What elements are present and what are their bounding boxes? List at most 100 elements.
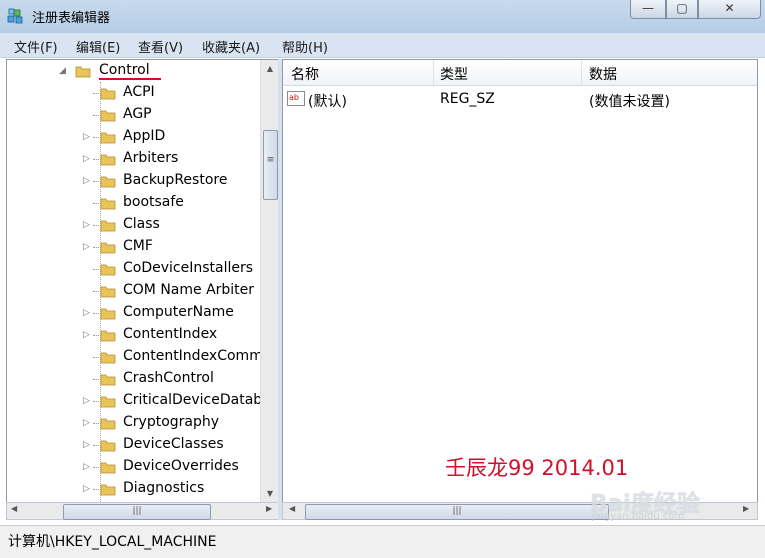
tree-item[interactable]: COM Name Arbiter bbox=[7, 280, 257, 302]
close-button[interactable]: ✕ bbox=[698, 0, 761, 19]
scroll-thumb[interactable]: ≡ bbox=[263, 130, 278, 200]
column-data-header[interactable]: 数据 bbox=[589, 64, 617, 84]
thumb-grip-icon: ||| bbox=[132, 506, 142, 516]
tree-item-label: ComputerName bbox=[123, 304, 234, 320]
tree-item-label: AppID bbox=[123, 128, 166, 144]
scroll-right-icon[interactable]: ▶ bbox=[266, 504, 272, 513]
folder-icon bbox=[100, 88, 116, 100]
folder-icon bbox=[100, 418, 116, 430]
expand-icon[interactable]: ▷ bbox=[83, 396, 90, 406]
baidu-jingyan-logo: Bai度经验 jingyan.baidu.com bbox=[590, 484, 760, 524]
folder-icon bbox=[100, 264, 116, 276]
column-type-header[interactable]: 类型 bbox=[440, 64, 468, 84]
scroll-left-icon[interactable]: ◀ bbox=[289, 504, 295, 513]
tree-item[interactable]: ▷ DeviceClasses bbox=[7, 434, 257, 456]
window-title: 注册表编辑器 bbox=[32, 11, 111, 26]
scroll-left-icon[interactable]: ◀ bbox=[11, 504, 17, 513]
expand-icon[interactable]: ▷ bbox=[83, 308, 90, 318]
folder-icon bbox=[100, 286, 116, 298]
expand-icon[interactable]: ▷ bbox=[83, 176, 90, 186]
tree-item-label: CMF bbox=[123, 238, 153, 254]
annotation-underline bbox=[99, 78, 161, 80]
tree-item[interactable]: bootsafe bbox=[7, 192, 257, 214]
expand-icon[interactable]: ▷ bbox=[83, 220, 90, 230]
folder-icon bbox=[100, 154, 116, 166]
baidu-url: jingyan.baidu.com bbox=[592, 511, 685, 522]
key-tree-pane[interactable]: ◢ Control ACPI AGP ▷ AppID ▷ Arbiters ▷ BackupR… bbox=[6, 59, 279, 504]
tree-item[interactable]: ▷ ContentIndex bbox=[7, 324, 257, 346]
folder-icon bbox=[100, 308, 116, 320]
tree-item[interactable]: ▷ ComputerName bbox=[7, 302, 257, 324]
expand-icon[interactable]: ▷ bbox=[83, 330, 90, 340]
tree-item-label: CriticalDeviceDatabase bbox=[123, 392, 279, 408]
expand-icon[interactable]: ▷ bbox=[83, 440, 90, 450]
tree-item[interactable]: ▷ Diagnostics bbox=[7, 478, 257, 500]
expand-icon[interactable]: ▷ bbox=[83, 242, 90, 252]
values-list-pane[interactable]: 名称 类型 数据 ab (默认) REG_SZ (数值未设置) 壬辰龙99 20… bbox=[282, 59, 758, 504]
scroll-down-icon[interactable]: ▼ bbox=[261, 485, 278, 503]
tree-item[interactable]: ▷ AppID bbox=[7, 126, 257, 148]
close-icon: ✕ bbox=[724, 1, 735, 15]
expand-icon[interactable]: ▷ bbox=[83, 132, 90, 142]
expand-icon[interactable]: ▷ bbox=[83, 484, 90, 494]
folder-icon bbox=[100, 330, 116, 342]
tree-item[interactable]: ACPI bbox=[7, 82, 257, 104]
tree-item[interactable]: ContentIndexCommon bbox=[7, 346, 278, 368]
tree-item-label: AGP bbox=[123, 106, 152, 122]
tree-item[interactable]: ▷ CriticalDeviceDatabase bbox=[7, 390, 278, 412]
tree-item-label: CoDeviceInstallers bbox=[123, 260, 254, 276]
status-path: 计算机\HKEY_LOCAL_MACHINE bbox=[8, 534, 217, 550]
tree-item-label: DeviceClasses bbox=[123, 436, 224, 452]
minimize-button[interactable]: — bbox=[630, 0, 666, 19]
table-row[interactable]: ab (默认) REG_SZ (数值未设置) bbox=[283, 87, 757, 111]
collapse-icon[interactable]: ◢ bbox=[59, 66, 66, 76]
title-bar: 注册表编辑器 — ▢ ✕ bbox=[0, 0, 765, 33]
maximize-button[interactable]: ▢ bbox=[666, 0, 698, 19]
tree-item[interactable]: AGP bbox=[7, 104, 257, 126]
tree-item[interactable]: CrashControl bbox=[7, 368, 257, 390]
tree-item[interactable]: ▷ DeviceOverrides bbox=[7, 456, 257, 478]
tree-item-label: bootsafe bbox=[123, 194, 184, 210]
value-type-cell: REG_SZ bbox=[440, 91, 495, 107]
menu-favorites[interactable]: 收藏夹(A) bbox=[202, 37, 260, 56]
menu-help[interactable]: 帮助(H) bbox=[282, 37, 328, 56]
tree-horizontal-scrollbar[interactable]: ◀ ||| ▶ bbox=[6, 502, 279, 520]
scroll-thumb[interactable]: ||| bbox=[63, 504, 211, 520]
tree-item-label: ACPI bbox=[123, 84, 155, 100]
tree-item-label: DeviceOverrides bbox=[123, 458, 239, 474]
expand-icon[interactable]: ▷ bbox=[83, 418, 90, 428]
menu-edit[interactable]: 编辑(E) bbox=[76, 37, 120, 56]
column-separator[interactable] bbox=[433, 60, 434, 85]
tree-item-label: Cryptography bbox=[123, 414, 220, 430]
thumb-grip-icon: ||| bbox=[452, 506, 462, 516]
menu-file[interactable]: 文件(F) bbox=[14, 37, 58, 56]
tree-item-label: CrashControl bbox=[123, 370, 214, 386]
expand-icon[interactable]: ▷ bbox=[83, 154, 90, 164]
column-name-header[interactable]: 名称 bbox=[291, 64, 319, 84]
folder-icon bbox=[100, 132, 116, 144]
status-bar: 计算机\HKEY_LOCAL_MACHINE bbox=[0, 525, 765, 558]
folder-icon bbox=[100, 110, 116, 122]
column-separator[interactable] bbox=[581, 60, 582, 85]
folder-icon bbox=[100, 242, 116, 254]
tree-item[interactable]: ▷ Arbiters bbox=[7, 148, 257, 170]
tree-vertical-scrollbar[interactable]: ▲ ≡ ▼ bbox=[260, 60, 278, 503]
tree-item[interactable]: ▷ Cryptography bbox=[7, 412, 257, 434]
tree-item-label: ContentIndexCommon bbox=[123, 348, 279, 364]
tree-item-label: Arbiters bbox=[123, 150, 179, 166]
tree-item-label: ContentIndex bbox=[123, 326, 218, 342]
scroll-thumb[interactable]: ||| bbox=[305, 504, 609, 520]
menu-view[interactable]: 查看(V) bbox=[138, 37, 183, 56]
tree-item[interactable]: CoDeviceInstallers bbox=[7, 258, 257, 280]
menu-bar: 文件(F) 编辑(E) 查看(V) 收藏夹(A) 帮助(H) bbox=[0, 33, 765, 58]
tree-item[interactable]: ▷ BackupRestore bbox=[7, 170, 257, 192]
tree-item-label: Diagnostics bbox=[123, 480, 205, 496]
folder-icon bbox=[100, 396, 116, 408]
scroll-up-icon[interactable]: ▲ bbox=[261, 60, 278, 78]
folder-icon bbox=[100, 374, 116, 386]
folder-icon bbox=[100, 220, 116, 232]
expand-icon[interactable]: ▷ bbox=[83, 462, 90, 472]
tree-item[interactable]: ▷ CMF bbox=[7, 236, 257, 258]
value-data-cell: (数值未设置) bbox=[589, 94, 670, 110]
tree-item[interactable]: ▷ Class bbox=[7, 214, 257, 236]
